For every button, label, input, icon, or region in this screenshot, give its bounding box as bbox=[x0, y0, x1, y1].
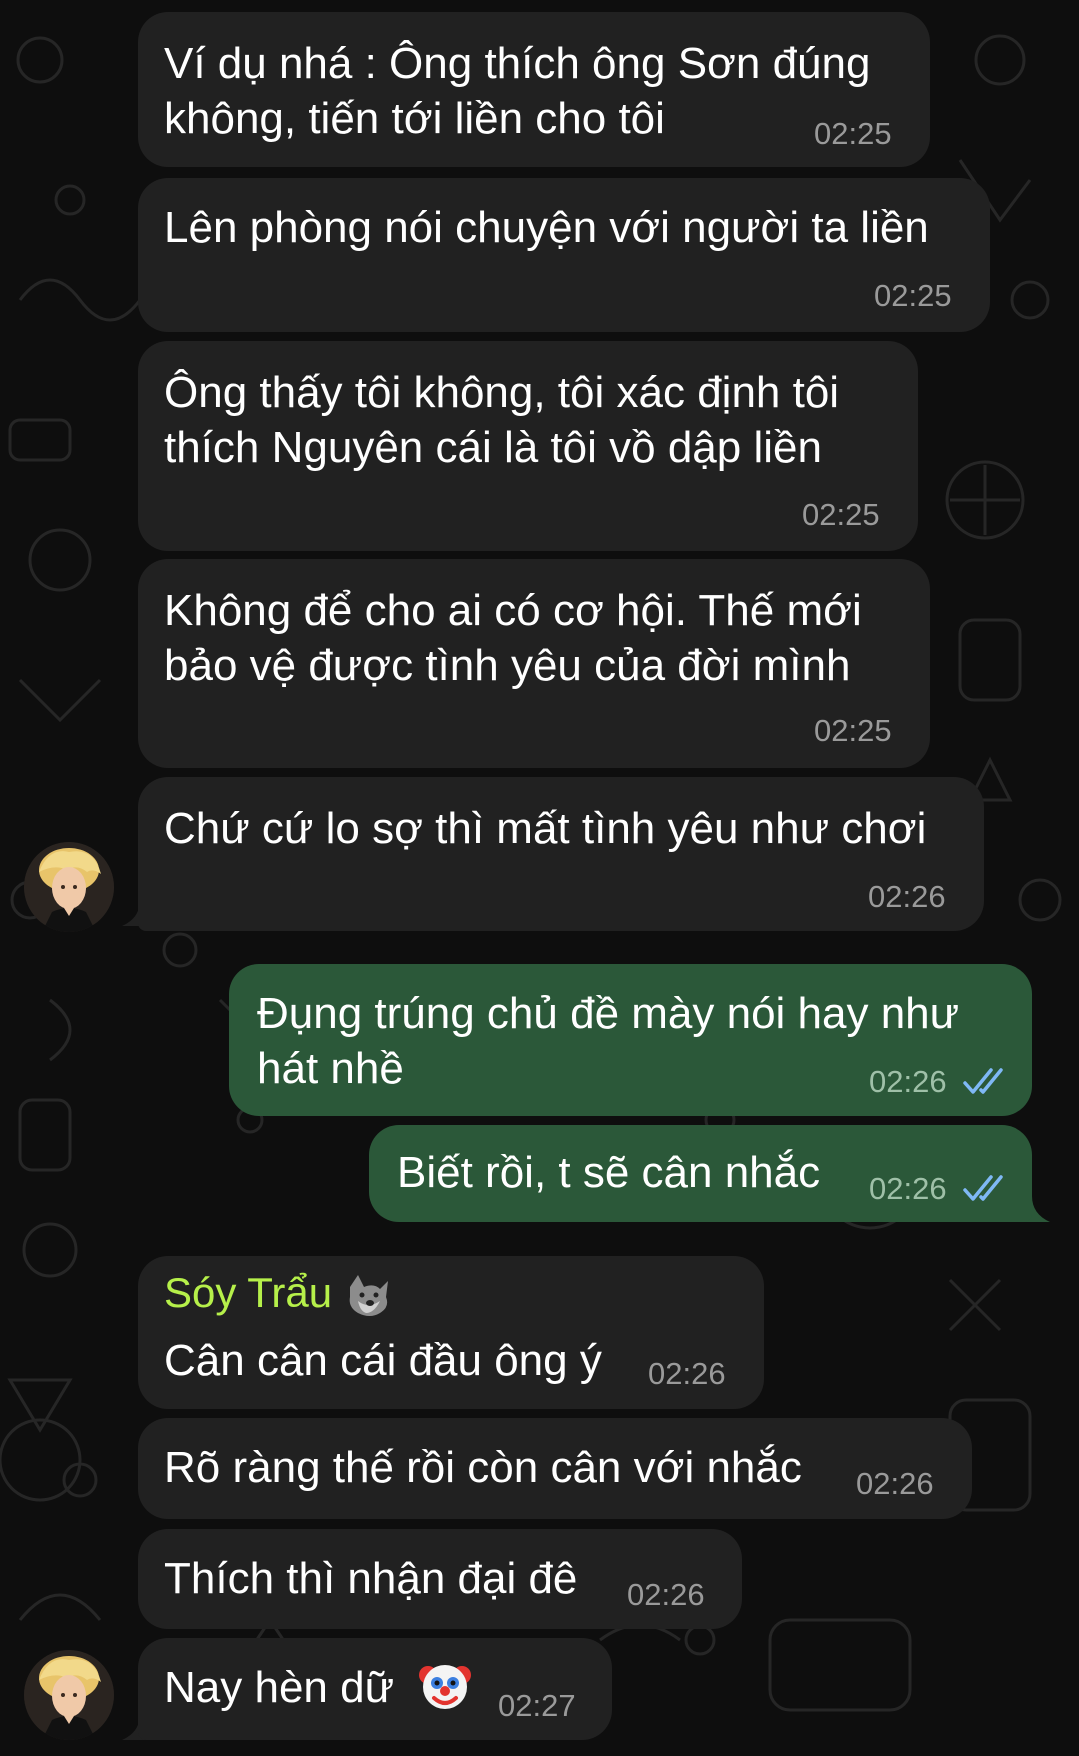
avatar-portrait-icon bbox=[24, 842, 114, 932]
avatar-portrait-icon bbox=[24, 1650, 114, 1740]
message-text-line: Chứ cứ lo sợ thì mất tình yêu như chơi bbox=[164, 804, 927, 853]
message-bubble-incoming[interactable]: Lên phòng nói chuyện với người ta liền 0… bbox=[138, 178, 990, 332]
message-text-line: hát nhề bbox=[257, 1044, 404, 1093]
message-text-line: thích Nguyên cái là tôi vồ dập liền bbox=[164, 423, 822, 472]
message-time: 02:26 bbox=[648, 1356, 726, 1391]
message-bubble-incoming[interactable]: Rõ ràng thế rồi còn cân với nhắc 02:26 bbox=[138, 1418, 972, 1519]
message-bubble-incoming[interactable]: Nay hèn dữ 02:27 bbox=[138, 1638, 612, 1740]
sender-name-text: Sóy Trẩu bbox=[164, 1269, 333, 1316]
wolf-emoji-icon bbox=[349, 1274, 388, 1316]
message-time: 02:27 bbox=[498, 1688, 576, 1723]
message-text-line: Cân cân cái đầu ông ý bbox=[164, 1336, 602, 1385]
message-text-line: Thích thì nhận đại đê bbox=[164, 1554, 578, 1603]
message-text-line: Đụng trúng chủ đề mày nói hay như bbox=[257, 989, 960, 1038]
message-bubble-incoming[interactable]: Ông thấy tôi không, tôi xác định tôi thí… bbox=[138, 341, 918, 551]
message-text-line: Ví dụ nhá : Ông thích ông Sơn đúng bbox=[164, 39, 871, 88]
message-time: 02:25 bbox=[802, 497, 880, 532]
message-text-line: Nay hèn dữ bbox=[164, 1660, 472, 1715]
message-bubble-incoming[interactable]: Sóy Trẩu Cân cân cái đầu ông ý 02:26 bbox=[138, 1256, 764, 1409]
message-time: 02:26 bbox=[869, 1171, 947, 1206]
contact-avatar[interactable] bbox=[24, 1650, 114, 1740]
message-text-line: bảo vệ được tình yêu của đời mình bbox=[164, 641, 851, 690]
message-text-line: Không để cho ai có cơ hội. Thế mới bbox=[164, 586, 862, 635]
message-text-line: Ông thấy tôi không, tôi xác định tôi bbox=[164, 368, 840, 417]
message-text-line: không, tiến tới liền cho tôi bbox=[164, 94, 665, 143]
message-text-line: Lên phòng nói chuyện với người ta liền bbox=[164, 203, 929, 252]
message-bubble-incoming[interactable]: Ví dụ nhá : Ông thích ông Sơn đúng không… bbox=[138, 12, 930, 167]
sender-name[interactable]: Sóy Trẩu bbox=[164, 1268, 392, 1319]
clown-face-emoji-icon bbox=[419, 1665, 472, 1710]
double-check-read-icon bbox=[963, 1175, 1003, 1201]
message-text: Nay hèn dữ bbox=[164, 1663, 395, 1712]
contact-avatar[interactable] bbox=[24, 842, 114, 932]
message-bubble-outgoing[interactable]: Đụng trúng chủ đề mày nói hay như hát nh… bbox=[229, 964, 1032, 1116]
message-bubble-outgoing[interactable]: Biết rồi, t sẽ cân nhắc 02:26 bbox=[369, 1125, 1032, 1222]
message-time: 02:26 bbox=[868, 879, 946, 914]
message-bubble-incoming[interactable]: Chứ cứ lo sợ thì mất tình yêu như chơi 0… bbox=[138, 777, 984, 931]
message-time: 02:26 bbox=[856, 1466, 934, 1501]
message-time: 02:25 bbox=[814, 116, 892, 151]
message-text-line: Rõ ràng thế rồi còn cân với nhắc bbox=[164, 1443, 802, 1492]
message-text-line: Biết rồi, t sẽ cân nhắc bbox=[397, 1148, 821, 1197]
message-bubble-incoming[interactable]: Không để cho ai có cơ hội. Thế mới bảo v… bbox=[138, 559, 930, 768]
message-bubble-incoming[interactable]: Thích thì nhận đại đê 02:26 bbox=[138, 1529, 742, 1629]
message-time: 02:26 bbox=[869, 1064, 947, 1099]
message-time: 02:25 bbox=[814, 713, 892, 748]
message-time: 02:25 bbox=[874, 278, 952, 313]
message-time: 02:26 bbox=[627, 1577, 705, 1612]
double-check-read-icon bbox=[963, 1068, 1003, 1094]
